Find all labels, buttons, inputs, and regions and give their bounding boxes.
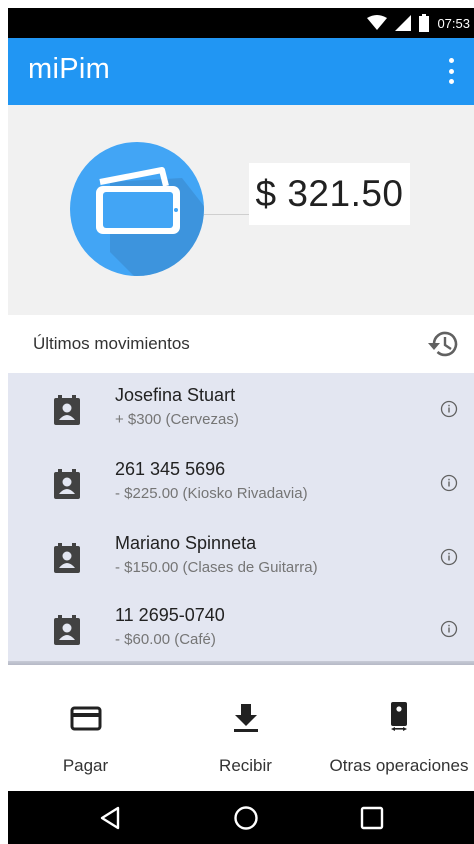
info-icon[interactable] [440, 400, 458, 418]
info-icon[interactable] [440, 474, 458, 492]
contact-icon [54, 615, 80, 645]
contact-name: Mariano Spinneta [115, 533, 257, 553]
status-time: 07:53 [437, 15, 470, 31]
credit-card-icon [70, 706, 101, 731]
navigation-bar [8, 791, 474, 844]
list-item[interactable]: Mariano Spinneta - $150.00 (Clases de Gu… [8, 521, 474, 593]
bottom-actions: Pagar Recibir Otras operaciones [8, 669, 474, 791]
phone-transfer-icon [391, 702, 407, 731]
balance-box: $ 321.50 [249, 163, 410, 225]
wallet-avatar [70, 142, 204, 276]
back-icon[interactable] [96, 804, 124, 832]
info-icon[interactable] [440, 620, 458, 638]
list-bottom-edge [8, 661, 474, 665]
list-item[interactable]: 11 2695-0740 - $60.00 (Café) [8, 593, 474, 665]
contact-icon [54, 395, 80, 425]
pay-button[interactable]: Pagar [28, 669, 143, 791]
signal-icon [395, 15, 412, 31]
other-operations-button[interactable]: Otras operaciones [326, 669, 472, 791]
info-icon[interactable] [440, 548, 458, 566]
home-icon[interactable] [232, 804, 260, 832]
app-screen: 07:53 miPim $ 321.50 Últimos movimientos [8, 8, 474, 844]
receive-button[interactable]: Recibir [188, 669, 303, 791]
movement-detail: - $150.00 (Clases de Guitarra) [115, 559, 318, 576]
movement-detail: + $300 (Cervezas) [115, 411, 239, 428]
app-title: miPim [28, 53, 111, 85]
app-bar: miPim [8, 38, 474, 105]
movements-list: Josefina Stuart + $300 (Cervezas) 261 34… [8, 373, 474, 665]
wifi-icon [367, 15, 388, 30]
history-icon[interactable] [426, 326, 462, 362]
movement-detail: - $225.00 (Kiosko Rivadavia) [115, 485, 308, 502]
contact-icon [54, 543, 80, 573]
status-icons: 07:53 [367, 8, 474, 38]
list-item[interactable]: 261 345 5696 - $225.00 (Kiosko Rivadavia… [8, 447, 474, 519]
movement-detail: - $60.00 (Café) [115, 631, 216, 648]
contact-name: 11 2695-0740 [115, 605, 225, 625]
contact-icon [54, 469, 80, 499]
download-icon [233, 704, 258, 732]
status-bar: 07:53 [8, 8, 474, 38]
wallet-icon [96, 167, 204, 276]
recents-icon[interactable] [358, 804, 386, 832]
movements-title: Últimos movimientos [33, 334, 190, 353]
more-vert-icon[interactable] [446, 58, 456, 84]
pay-label: Pagar [62, 756, 109, 775]
receive-label: Recibir [219, 756, 272, 775]
contact-name: 261 345 5696 [115, 459, 226, 479]
balance-header: $ 321.50 [8, 105, 474, 315]
list-item[interactable]: Josefina Stuart + $300 (Cervezas) [8, 373, 474, 445]
battery-icon [419, 14, 430, 32]
contact-name: Josefina Stuart [115, 385, 236, 405]
other-operations-label: Otras operaciones [329, 756, 469, 775]
balance-amount: $ 321.50 [255, 173, 404, 214]
movements-header: Últimos movimientos [8, 315, 474, 373]
